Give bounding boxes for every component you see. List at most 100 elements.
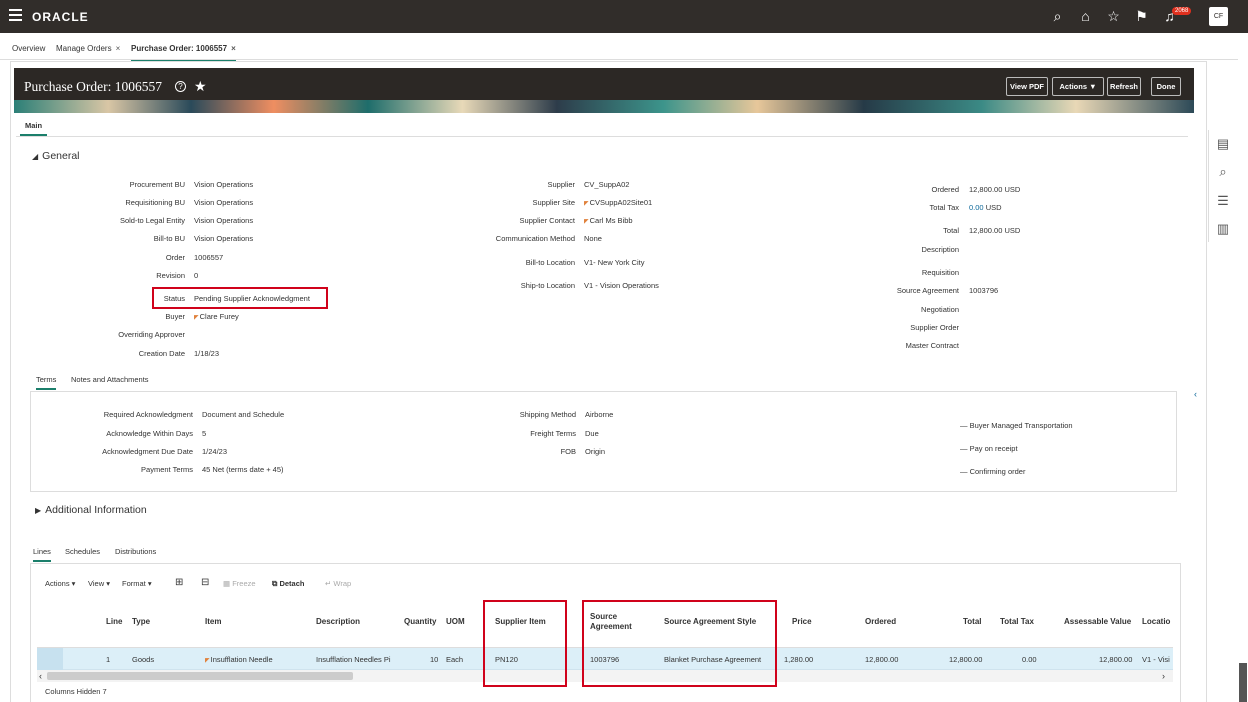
table-format-menu[interactable]: Format ▾ [122,579,152,588]
home-icon[interactable]: ⌂ [1077,8,1094,25]
scroll-left-icon[interactable]: ‹ [39,671,42,681]
description-label: Description [921,245,959,254]
col-item[interactable]: Item [205,617,221,626]
export-icon[interactable]: ⊟ [201,577,209,588]
total-tax-link[interactable]: 0.00 [969,203,984,212]
search-icon[interactable]: ⌕ [1215,164,1231,180]
view-pdf-button[interactable]: View PDF [1006,77,1048,96]
cell-assessable-value: 12,800.00 [1099,655,1133,664]
table-view-menu[interactable]: View ▾ [88,579,110,588]
expand-triangle-icon[interactable]: ▶ [35,506,41,515]
tab-purchase-order[interactable]: Purchase Order: 1006557 × [131,44,236,62]
col-type[interactable]: Type [132,617,150,626]
freeze-label: Freeze [232,579,256,588]
unchecked-dash-icon: — [960,444,968,453]
list-icon[interactable]: ☰ [1215,193,1231,209]
supplier-contact-label: Supplier Contact [519,216,575,225]
col-total-tax[interactable]: Total Tax [1000,617,1034,626]
cell-item: ◤Insufflation Needle [205,655,273,664]
general-field-label: Requisitioning BU [125,198,185,207]
panel-collapse-icon[interactable]: ‹ [1194,389,1197,399]
cell-location-link[interactable]: V1 - Visi [1142,655,1170,664]
cell-price: 1,280.00 [784,655,814,664]
supplier-site-name: CVSuppA02Site01 [589,198,653,207]
col-location[interactable]: Locatio [1142,617,1170,626]
total-tax-label: Total Tax [929,203,959,212]
source-agreement-link[interactable]: 1003796 [969,286,998,295]
done-button[interactable]: Done [1151,77,1181,96]
cell-total-tax-link[interactable]: 0.00 [1022,655,1037,664]
creation-date-label: Creation Date [138,349,185,358]
supplier-site-value: ◤CVSuppA02Site01 [584,198,652,207]
tab-manage-orders[interactable]: Manage Orders × [56,44,120,53]
cell-total: 12,800.00 [949,655,983,664]
collapse-triangle-icon[interactable]: ◢ [32,152,38,161]
master-contract-label: Master Contract [905,341,959,350]
scroll-thumb[interactable] [47,672,353,680]
option-label: Pay on receipt [969,444,1018,453]
watchlist-flag-icon[interactable]: ⚑ [1133,8,1150,25]
favorites-star-icon[interactable]: ☆ [1105,8,1122,25]
ordered-amount: 12,800.00 [969,185,1003,194]
help-icon[interactable]: ? [175,81,186,92]
source-agreement-label: Source Agreement [896,286,959,295]
refresh-button[interactable]: Refresh [1107,77,1141,96]
tab-schedules[interactable]: Schedules [65,547,100,556]
section-title: General [42,150,80,162]
pay-on-receipt-option: — Pay on receipt [960,444,1018,453]
overriding-approver-label: Overriding Approver [118,330,185,339]
table-actions-menu[interactable]: Actions ▾ [45,579,75,588]
ship-to-location-link[interactable]: V1 - Vision Operations [584,281,659,290]
supplier-contact-name: Carl Ms Bibb [589,216,633,225]
page-tabs: Overview Manage Orders × Purchase Order: … [0,33,1240,62]
supplier-contact-value: ◤Carl Ms Bibb [584,216,633,225]
document-icon[interactable]: ▤ [1215,136,1231,152]
unchecked-dash-icon: — [960,467,968,476]
buyer-managed-transport-option: — Buyer Managed Transportation [960,421,1073,430]
menu-icon[interactable] [9,9,22,23]
col-uom[interactable]: UOM [446,617,465,626]
freeze-button: ▦ Freeze [223,579,256,588]
vertical-scrollbar[interactable] [1238,33,1248,702]
row-selector[interactable] [37,648,63,670]
col-assessable-value[interactable]: Assessable Value [1064,617,1131,626]
search-icon[interactable]: ⌕ [1049,8,1066,25]
tab-terms[interactable]: Terms [36,375,57,390]
scroll-right-icon[interactable]: › [1162,671,1165,681]
analytics-chart-icon[interactable]: ▥ [1215,221,1231,237]
col-price[interactable]: Price [792,617,812,626]
contact-flag-icon: ◤ [584,219,589,225]
bill-to-location-link[interactable]: V1- New York City [584,258,644,267]
tab-lines[interactable]: Lines [33,547,51,562]
tab-main[interactable]: Main [20,118,47,136]
tab-notes-attachments[interactable]: Notes and Attachments [71,375,149,384]
user-avatar[interactable]: CF [1209,7,1228,26]
negotiation-label: Negotiation [921,305,959,314]
tab-distributions[interactable]: Distributions [115,547,156,556]
detach-button[interactable]: ⧉ Detach [272,579,304,589]
freeze-icon: ▦ [223,579,231,588]
cell-description-link[interactable]: Insufflation Needles Pi [316,655,391,664]
cell-quantity: 10 [430,655,439,664]
close-icon[interactable]: × [231,44,236,53]
close-icon[interactable]: × [116,44,121,53]
communication-method-value: None [584,234,602,243]
scroll-thumb[interactable] [1239,663,1247,702]
col-ordered[interactable]: Ordered [865,617,896,626]
site-flag-icon: ◤ [584,201,589,207]
query-by-example-icon[interactable]: ⊞ [175,577,183,588]
actions-menu-button[interactable]: Actions ▼ [1052,77,1104,96]
general-section-header[interactable]: ◢ General [32,150,80,162]
col-description[interactable]: Description [316,617,360,626]
oracle-logo[interactable]: ORACLE [32,10,89,24]
page-header: Purchase Order: 1006557 ? ★ View PDF Act… [14,68,1194,113]
favorite-star-icon[interactable]: ★ [194,78,207,95]
col-quantity[interactable]: Quantity [404,617,436,626]
col-line[interactable]: Line [106,617,122,626]
fob-value: Origin [585,447,606,456]
tab-overview[interactable]: Overview [12,44,45,53]
col-total[interactable]: Total [963,617,982,626]
additional-info-header[interactable]: ▶ Additional Information [35,504,147,516]
freight-terms-value: Due [585,429,599,438]
wrap-icon: ↵ [325,579,332,588]
